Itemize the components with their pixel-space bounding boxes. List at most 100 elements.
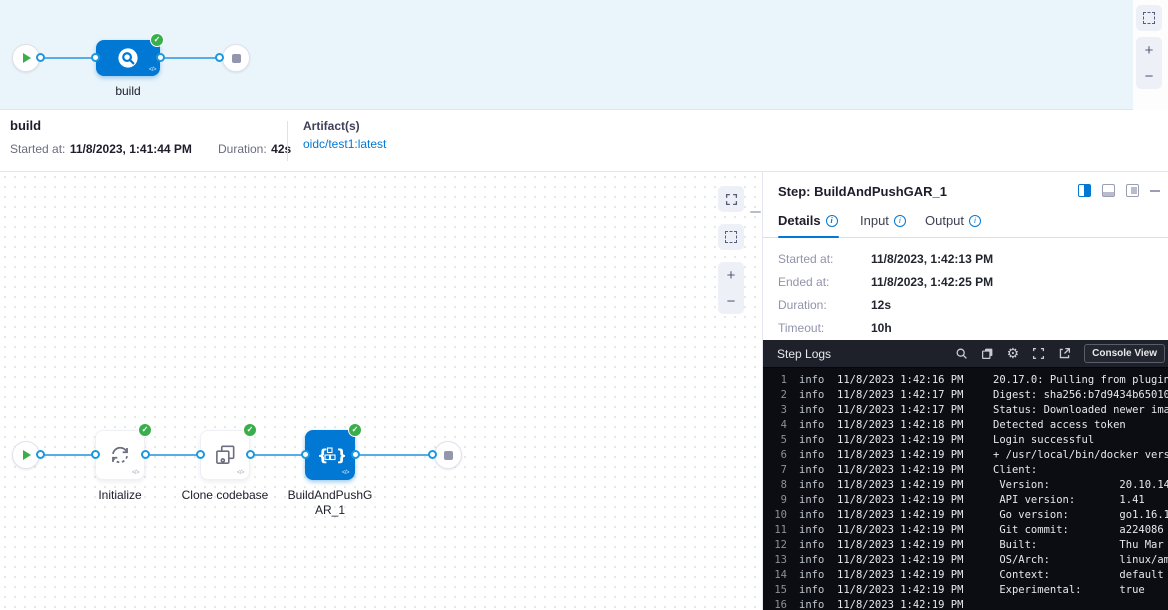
log-level: info (787, 493, 825, 508)
log-time: 11/8/2023 1:42:19 PM (825, 508, 993, 523)
console-view-button[interactable]: Console View (1084, 344, 1165, 363)
tab-output[interactable]: Output i (925, 213, 981, 228)
info-icon[interactable]: i (826, 215, 838, 227)
log-num: 12 (763, 538, 787, 553)
log-line: 3info11/8/2023 1:42:17 PMStatus: Downloa… (763, 403, 1168, 418)
build-summary-bar: build Started at: 11/8/2023, 1:41:44 PM … (0, 111, 1168, 172)
log-time: 11/8/2023 1:42:17 PM (825, 403, 993, 418)
log-time: 11/8/2023 1:42:18 PM (825, 418, 993, 433)
log-line: 5info11/8/2023 1:42:19 PMLogin successfu… (763, 433, 1168, 448)
log-msg: Detected access token (993, 418, 1168, 433)
log-line: 10info11/8/2023 1:42:19 PM Go version: g… (763, 508, 1168, 523)
minimize-icon[interactable] (1150, 190, 1160, 192)
step-panel-tabs: Details i Input i Output i (763, 208, 1168, 238)
code-glyph: </> (342, 470, 349, 476)
layout-right-icon[interactable] (1078, 184, 1091, 197)
step-edge (40, 454, 92, 456)
tab-details[interactable]: Details i (778, 213, 838, 228)
step-logs-body[interactable]: 1info11/8/2023 1:42:16 PM20.17.0: Pullin… (763, 368, 1168, 610)
marquee-select-button[interactable] (1136, 5, 1162, 31)
step-edge (253, 454, 307, 456)
log-line: 15info11/8/2023 1:42:19 PM Experimental:… (763, 583, 1168, 598)
log-num: 15 (763, 583, 787, 598)
tab-input[interactable]: Input i (860, 213, 906, 228)
zoom-out-icon[interactable]: − (718, 288, 744, 314)
log-line: 12info11/8/2023 1:42:19 PM Built: Thu Ma… (763, 538, 1168, 553)
step-logs-header: Step Logs ⚙ (763, 340, 1168, 368)
log-msg: Version: 20.10.14 (993, 478, 1168, 493)
log-time: 11/8/2023 1:42:19 PM (825, 523, 993, 538)
log-num: 10 (763, 508, 787, 523)
fullscreen-icon (725, 193, 738, 206)
step-label: BuildAndPushGAR_1 (284, 488, 376, 518)
step-card-clone-codebase[interactable]: </> (200, 430, 250, 480)
log-line: 4info11/8/2023 1:42:18 PMDetected access… (763, 418, 1168, 433)
marquee-select-button[interactable] (718, 224, 744, 250)
steps-end-node (434, 441, 462, 469)
build-title: build (10, 118, 41, 133)
tab-label: Input (860, 213, 889, 228)
log-line: 7info11/8/2023 1:42:19 PMClient: (763, 463, 1168, 478)
log-time: 11/8/2023 1:42:19 PM (825, 493, 993, 508)
log-line: 6info11/8/2023 1:42:19 PM+ /usr/local/bi… (763, 448, 1168, 463)
step-edge (358, 454, 434, 456)
log-time: 11/8/2023 1:42:16 PM (825, 373, 993, 388)
expand-icon[interactable] (1032, 347, 1045, 360)
stage-zoom-control[interactable]: + − (1136, 37, 1162, 89)
tab-label: Output (925, 213, 964, 228)
success-check-icon: ✓ (348, 423, 362, 437)
log-line: 2info11/8/2023 1:42:17 PMDigest: sha256:… (763, 388, 1168, 403)
open-in-new-icon[interactable] (1058, 347, 1071, 360)
step-logs-title: Step Logs (777, 347, 831, 361)
log-level: info (787, 568, 825, 583)
log-num: 2 (763, 388, 787, 403)
panel-resize-handle[interactable] (750, 211, 761, 213)
started-label: Started at: (10, 142, 65, 156)
pipeline-canvas[interactable]: </> ✓ Initialize </> ✓ Clone codebase { … (0, 172, 762, 610)
log-line: 14info11/8/2023 1:42:19 PM Context: defa… (763, 568, 1168, 583)
step-card-initialize[interactable]: </> (95, 430, 145, 480)
log-level: info (787, 403, 825, 418)
layout-bottom-icon[interactable] (1102, 184, 1115, 197)
settings-gear-icon[interactable]: ⚙ (1007, 347, 1020, 360)
log-num: 3 (763, 403, 787, 418)
log-level: info (787, 478, 825, 493)
detail-row: Duration: 12s (763, 298, 1168, 320)
artifact-link[interactable]: oidc/test1:latest (303, 137, 386, 151)
stage-node-build[interactable]: </> (96, 40, 160, 76)
success-check-icon: ✓ (138, 423, 152, 437)
play-icon (23, 450, 31, 460)
log-line: 1info11/8/2023 1:42:16 PM20.17.0: Pullin… (763, 373, 1168, 388)
stage-edge (42, 57, 96, 59)
log-num: 9 (763, 493, 787, 508)
canvas-zoom-control[interactable]: + − (718, 262, 744, 314)
search-icon[interactable] (955, 347, 968, 360)
marquee-select-icon (725, 231, 737, 243)
duration-value: 42s (271, 142, 291, 156)
node-port (428, 450, 437, 459)
log-msg: Client: (993, 463, 1168, 478)
step-logs-panel: Step Logs ⚙ (763, 340, 1168, 610)
log-time: 11/8/2023 1:42:19 PM (825, 598, 993, 610)
log-level: info (787, 598, 825, 610)
clone-icon (212, 442, 238, 468)
info-icon[interactable]: i (894, 215, 906, 227)
log-msg (993, 598, 1168, 610)
log-msg: Login successful (993, 433, 1168, 448)
log-level: info (787, 508, 825, 523)
log-num: 6 (763, 448, 787, 463)
step-card-buildandpushgar-1[interactable]: { } </> (305, 430, 355, 480)
build-stage-icon (117, 47, 139, 69)
info-icon[interactable]: i (969, 215, 981, 227)
layout-float-icon[interactable] (1126, 184, 1139, 197)
step-panel-title: Step: BuildAndPushGAR_1 (778, 184, 947, 199)
zoom-in-icon[interactable]: + (718, 262, 744, 288)
zoom-in-icon[interactable]: + (1136, 37, 1162, 63)
success-check-icon: ✓ (150, 33, 164, 47)
copy-icon[interactable] (981, 347, 994, 360)
stop-icon (232, 54, 241, 63)
fullscreen-button[interactable] (718, 186, 744, 212)
marquee-select-icon (1143, 12, 1155, 24)
log-time: 11/8/2023 1:42:19 PM (825, 553, 993, 568)
zoom-out-icon[interactable]: − (1136, 63, 1162, 89)
